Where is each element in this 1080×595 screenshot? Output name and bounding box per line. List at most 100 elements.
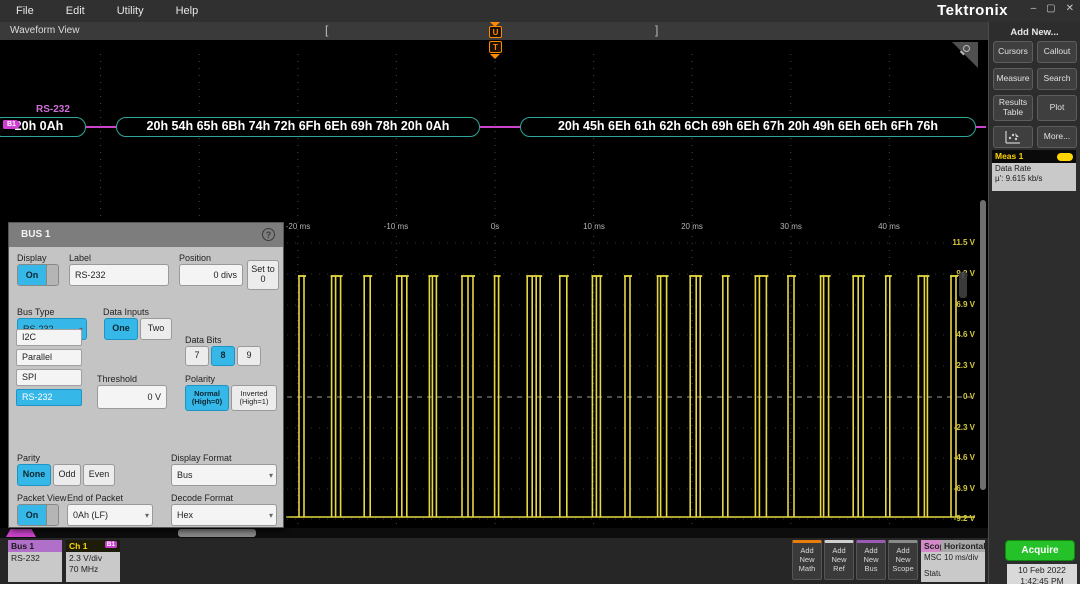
bus-type-option-rs232[interactable]: RS-232 [16, 389, 82, 406]
meas1-badge[interactable]: Meas 1 Data Rate µ': 9.615 kb/s [992, 150, 1076, 191]
trigger-position-marker[interactable]: T [489, 41, 502, 53]
volt-tick-label: 4.6 V [935, 330, 975, 339]
parity-label: Parity [17, 453, 40, 463]
meas1-pill-icon [1057, 153, 1073, 161]
data-bits-8-button[interactable]: 8 [211, 346, 235, 366]
menu-edit[interactable]: Edit [50, 5, 101, 17]
close-icon[interactable]: ✕ [1066, 3, 1074, 14]
zoom-right-bracket[interactable]: ] [655, 23, 658, 37]
label-input[interactable]: RS-232 [69, 264, 169, 286]
ch1-badge-values: 2.3 V/div 70 MHz [66, 552, 120, 582]
dialog-title[interactable]: BUS 1 [9, 223, 283, 247]
display-format-label: Display Format [171, 453, 232, 463]
bus-type-option-i2c[interactable]: I2C [16, 329, 82, 346]
parity-none-button[interactable]: None [17, 464, 51, 486]
menu-file[interactable]: File [0, 5, 50, 17]
add-callout-button[interactable]: Callout [1037, 41, 1077, 63]
parity-odd-button[interactable]: Odd [53, 464, 81, 486]
bus-idle-line [976, 126, 986, 128]
data-bits-9-button[interactable]: 9 [237, 346, 261, 366]
add-new-bus-button[interactable]: Add New Bus [856, 540, 886, 580]
packet-view-toggle[interactable]: On [17, 504, 59, 526]
menu-utility[interactable]: Utility [101, 5, 160, 17]
add-plot-button[interactable]: Plot [1037, 95, 1077, 121]
pan-scroll-handle[interactable] [178, 529, 256, 537]
minimize-icon[interactable]: – [1031, 3, 1037, 14]
polarity-normal-button[interactable]: Normal (High=0) [185, 385, 229, 411]
scope-application-window: File Edit Utility Help Tektronix – ▢ ✕ W… [0, 0, 1080, 584]
position-label: Position [179, 253, 211, 263]
bottom-settings-bar: Bus 1 RS-232 Ch 1 B1 2.3 V/div 70 MHz Ad… [0, 538, 988, 584]
display-format-dropdown[interactable]: Bus [171, 464, 277, 486]
decoded-packet-2[interactable]: 20h 54h 65h 6Bh 74h 72h 6Fh 6Eh 69h 78h … [116, 117, 480, 137]
volt-tick-label: -9.2 V [935, 514, 975, 523]
more-button[interactable]: More... [1037, 126, 1077, 148]
data-inputs-two-button[interactable]: Two [140, 318, 172, 340]
acquire-button[interactable]: Acquire [1005, 540, 1075, 561]
set-to-zero-button[interactable]: Set to 0 [247, 260, 279, 290]
threshold-input[interactable]: 0 V [97, 385, 167, 409]
window-controls: – ▢ ✕ [1031, 3, 1074, 14]
toggle-knob [46, 505, 58, 525]
bus-trace-label[interactable]: RS-232 [36, 104, 70, 115]
menu-bar: File Edit Utility Help Tektronix – ▢ ✕ [0, 0, 1080, 22]
horizontal-panel[interactable]: Horizontal 10 ms/div [941, 540, 985, 582]
panel-splitter[interactable] [980, 200, 986, 490]
tab-waveform-view[interactable]: Waveform View [10, 25, 79, 36]
ch1-badge[interactable]: Ch 1 B1 2.3 V/div 70 MHz [66, 540, 120, 582]
data-inputs-one-button[interactable]: One [104, 318, 138, 340]
bus-source-badge[interactable]: B1 [3, 120, 20, 129]
toggle-knob [46, 265, 58, 285]
end-of-packet-dropdown[interactable]: 0Ah (LF) [67, 504, 153, 526]
bus1-config-dialog: BUS 1 ? Display On Label RS-232 Position… [8, 222, 284, 528]
data-bits-label: Data Bits [185, 335, 222, 345]
time-text: 1:42:45 PM [1007, 576, 1077, 584]
bus-type-option-spi[interactable]: SPI [16, 369, 82, 386]
polarity-inverted-button[interactable]: Inverted (High=1) [231, 385, 277, 411]
label-label: Label [69, 253, 91, 263]
horizontal-scale: 10 ms/div [941, 552, 985, 582]
bus-position-handle[interactable] [6, 529, 36, 537]
zoom-left-bracket[interactable]: [ [325, 23, 328, 37]
trigger-arrow-icon [490, 54, 500, 59]
volt-tick-label: 11.5 V [935, 238, 975, 247]
menu-help[interactable]: Help [160, 5, 215, 17]
position-input[interactable]: 0 divs [179, 264, 243, 286]
horizontal-panel-title: Horizontal [941, 540, 985, 552]
volt-tick-label: 6.9 V [935, 300, 975, 309]
bus1-badge-value: RS-232 [8, 552, 62, 582]
add-measure-button[interactable]: Measure [993, 68, 1033, 90]
ch1-scale: 2.3 V/div [69, 553, 117, 564]
time-tick-label: -10 ms [374, 222, 418, 231]
add-search-button[interactable]: Search [1037, 68, 1077, 90]
bus1-badge[interactable]: Bus 1 RS-232 [8, 540, 62, 582]
data-bits-7-button[interactable]: 7 [185, 346, 209, 366]
ch1-bus-pill: B1 [105, 541, 117, 548]
decode-format-dropdown[interactable]: Hex [171, 504, 277, 526]
decoded-packet-3[interactable]: 20h 45h 6Eh 61h 62h 6Ch 69h 6Eh 67h 20h … [520, 117, 976, 137]
help-icon[interactable]: ? [262, 228, 275, 241]
parity-even-button[interactable]: Even [83, 464, 115, 486]
bus-type-option-parallel[interactable]: Parallel [16, 349, 82, 366]
display-toggle[interactable]: On [17, 264, 59, 286]
display-label: Display [17, 253, 47, 263]
meas1-value: µ': 9.615 kb/s [995, 174, 1073, 184]
time-tick-label: 20 ms [670, 222, 714, 231]
maximize-icon[interactable]: ▢ [1046, 3, 1055, 14]
volt-tick-label: -6.9 V [935, 484, 975, 493]
add-new-math-button[interactable]: Add New Math [792, 540, 822, 580]
vertical-scale-handle[interactable]: ⋮ [959, 272, 967, 298]
xy-plot-icon [1005, 130, 1021, 144]
add-cursors-button[interactable]: Cursors [993, 41, 1033, 63]
display-on: On [18, 265, 46, 285]
time-tick-label: 40 ms [867, 222, 911, 231]
expansion-point-marker[interactable]: U [489, 26, 502, 38]
decode-format-label: Decode Format [171, 493, 233, 503]
add-new-ref-button[interactable]: Add New Ref [824, 540, 854, 580]
end-of-packet-label: End of Packet [67, 493, 123, 503]
add-new-scope-button[interactable]: Add New Scope [888, 540, 918, 580]
bus1-badge-title: Bus 1 [8, 540, 62, 552]
add-xy-plot-button[interactable] [993, 126, 1033, 148]
packet-view-label: Packet View [17, 493, 66, 503]
add-results-table-button[interactable]: Results Table [993, 95, 1033, 121]
